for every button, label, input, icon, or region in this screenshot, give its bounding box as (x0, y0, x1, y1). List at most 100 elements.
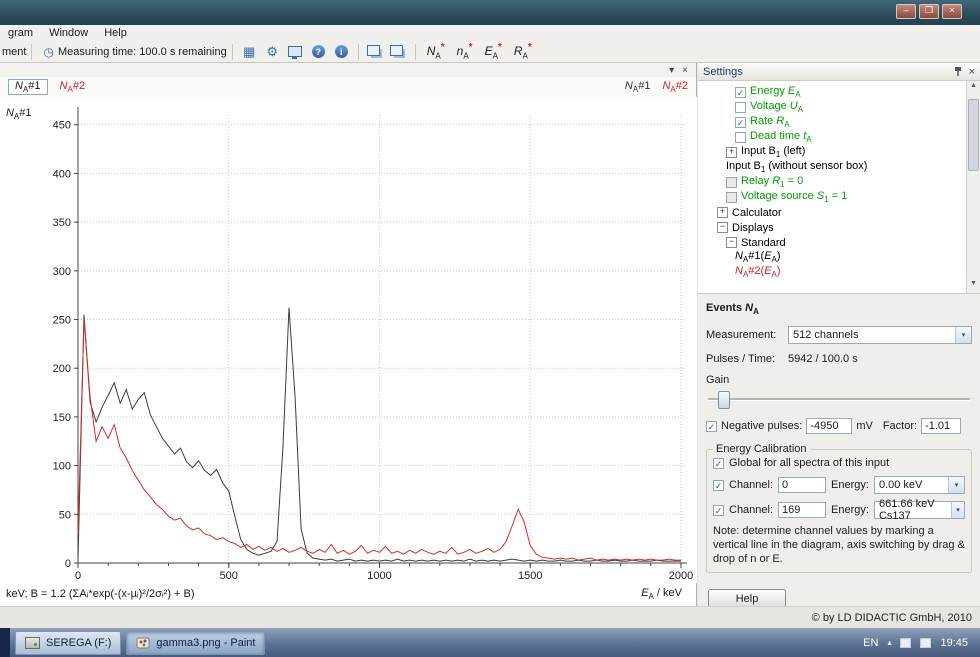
spectrum-chart[interactable]: 0500100015002000050100150200250300350400… (0, 97, 697, 583)
toolbar-separator (31, 44, 32, 60)
channel1-checkbox[interactable]: ✓ (713, 480, 724, 491)
tree-item[interactable]: NA#1(EA) (698, 250, 980, 265)
tree-checkbox[interactable]: ✓ (735, 117, 746, 128)
quantity-button-EA[interactable]: EA* (482, 42, 505, 60)
language-indicator[interactable]: EN (863, 637, 878, 649)
tab-na1[interactable]: NA#1 (8, 79, 48, 95)
channel2-checkbox[interactable]: ✓ (713, 505, 724, 516)
quantity-button-NA[interactable]: NA* (424, 42, 448, 60)
tree-checkbox[interactable] (726, 177, 737, 188)
clock-time[interactable]: 19:45 (940, 637, 968, 649)
volume-tray-icon[interactable] (920, 638, 931, 648)
paint-icon (136, 636, 150, 650)
tree-item-label: Input B1 (left) (741, 145, 805, 159)
expand-icon[interactable]: + (726, 147, 737, 158)
tray-expand-icon[interactable]: ▴ (887, 638, 891, 647)
channel-row-1: ✓ Channel: 0 Energy: 0.00 keV ▾ (713, 476, 965, 494)
global-row: ✓ Global for all spectra of this input (713, 457, 965, 469)
tree-scrollbar[interactable]: ▲ ▼ (966, 81, 980, 293)
tree-item[interactable]: Dead time tA (698, 130, 980, 145)
chevron-down-icon[interactable]: ▾ (951, 502, 964, 518)
channel1-input[interactable]: 0 (778, 477, 826, 493)
tree-item-label: Rate RA (750, 115, 790, 129)
collapse-icon[interactable]: − (717, 222, 728, 233)
taskbar-item-explorer[interactable]: SEREGA (F:) (15, 631, 121, 655)
quantity-button-RA[interactable]: RA* (511, 42, 535, 60)
tab-na2[interactable]: NA#2 (53, 79, 93, 95)
status-bar: © by LD DIDACTIC GmbH, 2010 (0, 606, 980, 628)
close-pane-icon[interactable]: × (682, 65, 688, 76)
pulses-value: 5942 / 100.0 s (788, 353, 858, 365)
tree-item[interactable]: NA#2(EA) (698, 265, 980, 280)
y-axis-title[interactable]: NA#1 (6, 107, 32, 121)
tree-item[interactable]: + Input B1 (left) (698, 145, 980, 160)
close-button[interactable]: × (942, 4, 962, 19)
tree-item[interactable]: Input B1 (without sensor box) (698, 160, 980, 175)
tree-item[interactable]: −Displays (698, 220, 980, 235)
tile-windows-button[interactable] (388, 42, 409, 62)
global-checkbox[interactable]: ✓ (713, 458, 724, 469)
negative-pulses-checkbox[interactable]: ✓ (706, 421, 717, 432)
energy-calibration-title: Energy Calibration (713, 443, 810, 455)
energy1-dropdown[interactable]: 0.00 keV ▾ (874, 476, 965, 494)
slider-thumb[interactable] (718, 391, 730, 409)
tree-item[interactable]: ✓Energy EA (698, 85, 980, 100)
channel2-input[interactable]: 169 (778, 502, 826, 518)
tree-item-label: Input B1 (without sensor box) (726, 160, 867, 174)
scroll-down-icon[interactable]: ▼ (967, 280, 980, 292)
cascade-windows-button[interactable] (365, 42, 386, 62)
tree-item[interactable]: Voltage UA (698, 100, 980, 115)
tree-item[interactable]: +Calculator (698, 205, 980, 220)
close-settings-icon[interactable]: × (969, 66, 975, 78)
collapse-pane-icon[interactable]: ▾ (669, 65, 674, 76)
tree-checkbox[interactable]: ✓ (735, 87, 746, 98)
table-view-button[interactable]: ▦ (239, 42, 260, 62)
tree-checkbox[interactable] (726, 192, 737, 203)
start-button-partial[interactable] (0, 628, 10, 657)
tree-checkbox[interactable] (735, 102, 746, 113)
help-button-toolbar[interactable]: ? (308, 42, 329, 62)
menu-help[interactable]: Help (96, 26, 135, 40)
windows-icon (367, 45, 380, 56)
factor-input[interactable]: -1.01 (921, 418, 961, 434)
pin-icon[interactable] (953, 66, 963, 77)
display-button[interactable] (285, 42, 306, 62)
energy1-value: 0.00 keV (879, 479, 922, 491)
tree-item[interactable]: Voltage source S1 = 1 (698, 190, 980, 205)
tree-checkbox[interactable] (735, 132, 746, 143)
restore-button[interactable]: ❐ (919, 4, 939, 19)
display-tray-icon[interactable] (900, 638, 911, 648)
svg-text:1500: 1500 (518, 570, 542, 582)
x-axis-title[interactable]: EA / keV (641, 587, 682, 601)
minimize-button[interactable]: – (896, 4, 916, 19)
energy1-label: Energy: (831, 479, 869, 491)
events-header: Events NA (706, 302, 972, 316)
quantity-button-nA[interactable]: nA* (454, 42, 476, 60)
scrollbar-thumb[interactable] (968, 99, 979, 171)
support-button[interactable]: i (331, 42, 352, 62)
scroll-up-icon[interactable]: ▲ (967, 82, 980, 94)
taskbar: SEREGA (F:) gamma3.png - Paint EN ▴ 19:4… (0, 628, 980, 657)
global-label: Global for all spectra of this input (729, 457, 889, 469)
gain-slider[interactable] (708, 390, 970, 408)
tree-item[interactable]: ✓ Rate RA (698, 115, 980, 130)
expand-icon[interactable]: + (717, 207, 728, 218)
menu-diagram[interactable]: gram (0, 26, 41, 40)
taskbar-item-paint[interactable]: gamma3.png - Paint (126, 631, 265, 655)
tree-item[interactable]: −Standard (698, 235, 980, 250)
menu-window[interactable]: Window (41, 26, 96, 40)
tree-item[interactable]: Relay R1 = 0 (698, 175, 980, 190)
negative-pulses-input[interactable]: -4950 (806, 418, 852, 434)
settings-button[interactable]: ⚙ (262, 42, 283, 62)
channel-row-2: ✓ Channel: 169 Energy: 661.66 keV Cs137 … (713, 501, 965, 519)
energy2-label: Energy: (831, 504, 869, 516)
chevron-down-icon[interactable]: ▾ (955, 327, 971, 343)
collapse-icon[interactable]: − (726, 237, 737, 248)
taskbar-item-label: SEREGA (F:) (46, 637, 111, 649)
chevron-down-icon[interactable]: ▾ (948, 477, 964, 493)
svg-text:1000: 1000 (367, 570, 391, 582)
measurement-label: Measurement: (706, 329, 788, 341)
events-section: Events NA Measurement: 512 channels ▾ Pu… (698, 294, 980, 647)
energy2-dropdown[interactable]: 661.66 keV Cs137 ▾ (874, 501, 965, 519)
measurement-dropdown[interactable]: 512 channels ▾ (788, 326, 972, 344)
